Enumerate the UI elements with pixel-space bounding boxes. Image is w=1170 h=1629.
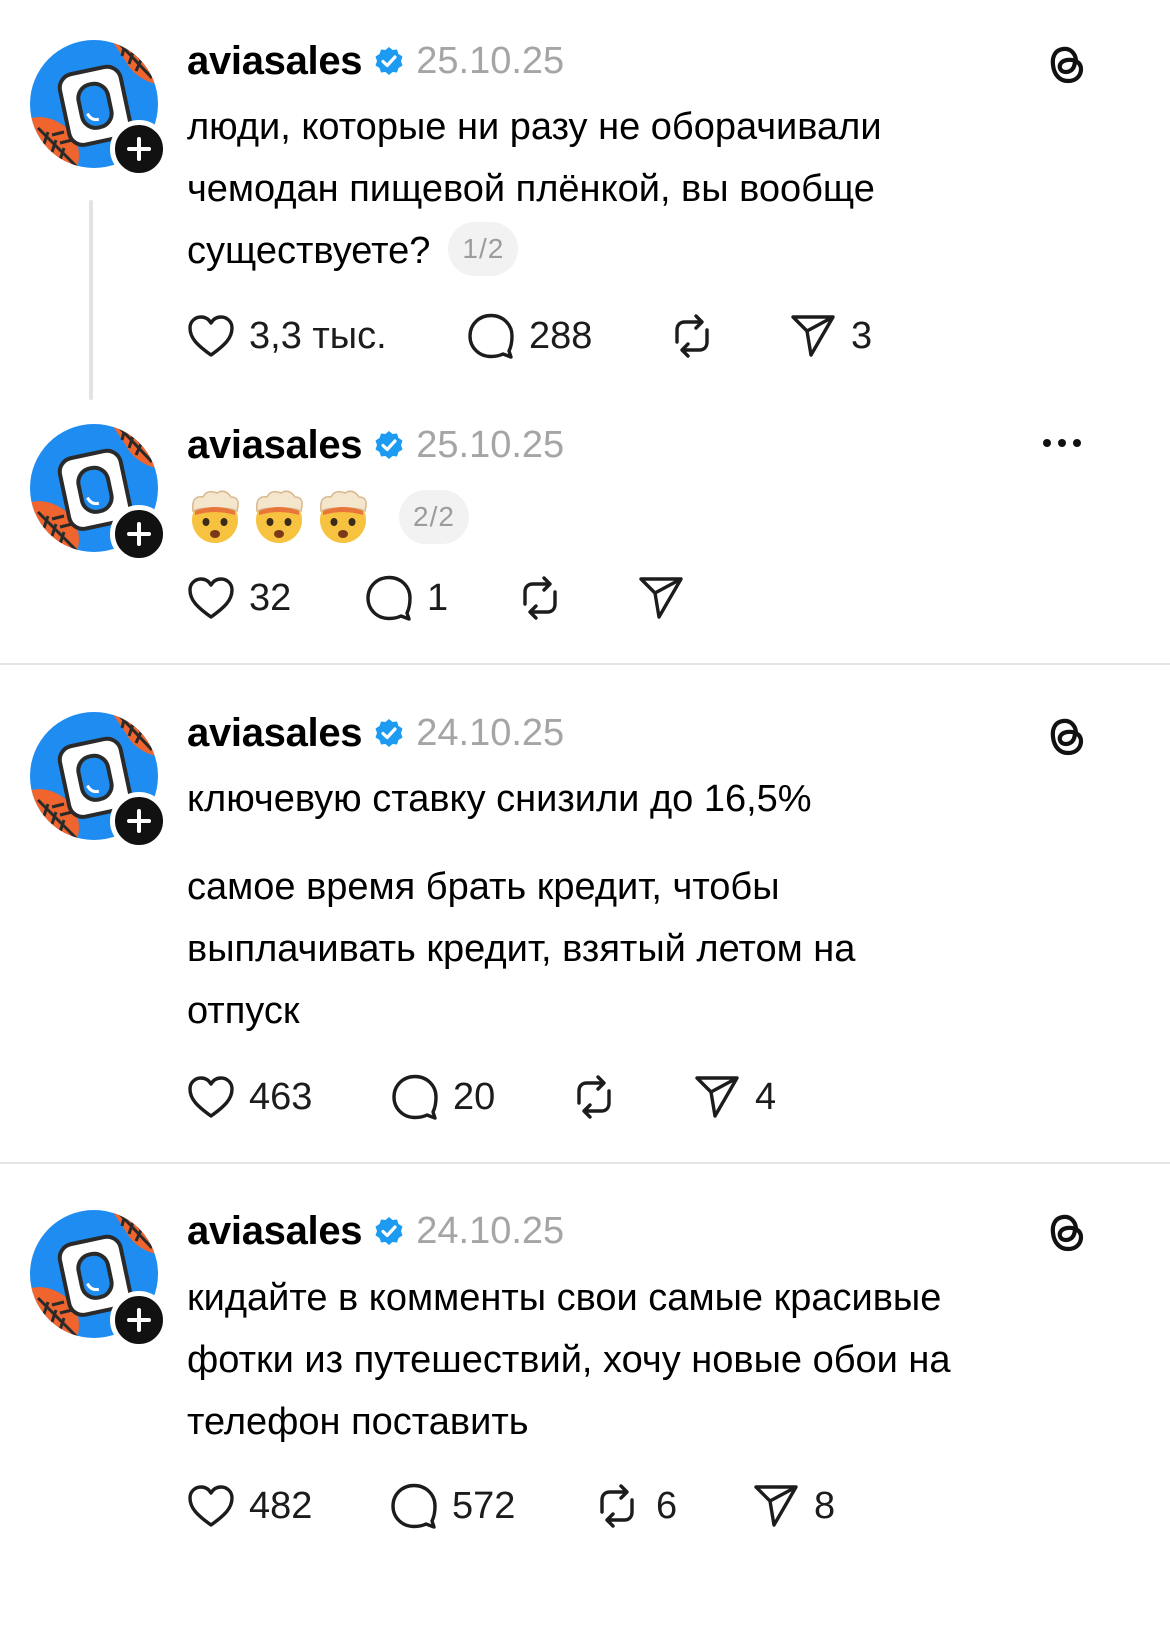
plus-icon — [127, 809, 151, 833]
threads-logo-icon[interactable] — [1044, 40, 1088, 93]
exploding-head-emoji — [319, 490, 367, 543]
post-actions: 3,3 тыс. 288 3 — [187, 310, 872, 362]
post-line: ключевую ставку снизили до 16,5% — [187, 778, 812, 820]
comment-count: 1 — [427, 576, 449, 619]
post-actions: 463 20 4 — [187, 1071, 776, 1123]
repost-icon — [675, 314, 709, 358]
plus-icon — [127, 1308, 151, 1332]
post-date: 24.10.25 — [416, 711, 565, 754]
post-header: aviasales 25.10.25 — [187, 420, 564, 470]
plus-icon — [127, 137, 151, 161]
comment-icon — [468, 313, 514, 359]
like-button[interactable]: 3,3 тыс. — [187, 314, 467, 358]
share-count: 8 — [814, 1484, 836, 1527]
share-icon — [754, 1485, 798, 1527]
follow-button[interactable] — [110, 505, 168, 563]
follow-button[interactable] — [110, 1291, 168, 1349]
like-count: 463 — [249, 1075, 313, 1118]
post-divider — [0, 1162, 1170, 1164]
post-date: 25.10.25 — [416, 423, 565, 466]
like-button[interactable]: 32 — [187, 576, 365, 620]
verified-badge-icon — [374, 1216, 404, 1246]
post-header: aviasales 25.10.25 — [187, 36, 564, 86]
share-button[interactable]: 3 — [789, 313, 872, 359]
like-button[interactable]: 463 — [187, 1075, 391, 1119]
like-count: 32 — [249, 576, 292, 619]
post-line: кидайте в комменты свои самые красивые — [187, 1277, 942, 1319]
post-line: люди, которые ни разу не оборачивали — [187, 106, 882, 148]
repost-button[interactable]: 6 — [592, 1482, 752, 1530]
like-button[interactable]: 482 — [187, 1484, 390, 1528]
exploding-head-emoji — [191, 490, 239, 543]
thread-counter: 2/2 — [399, 490, 469, 544]
follow-button[interactable] — [110, 120, 168, 178]
repost-button[interactable] — [515, 574, 637, 622]
heart-icon — [188, 1076, 234, 1118]
post-line: существуете? 1/2 — [187, 220, 882, 282]
post-text: люди, которые ни разу не оборачивали чем… — [187, 96, 882, 282]
post-line: чемодан пищевой плёнкой, вы вообще — [187, 168, 875, 210]
post-text: ключевую ставку снизили до 16,5% самое в… — [187, 768, 855, 1042]
thread-counter: 1/2 — [448, 221, 519, 276]
verified-badge-icon — [374, 718, 404, 748]
share-count: 4 — [755, 1075, 777, 1118]
post-text: кидайте в комменты свои самые красивые ф… — [187, 1267, 951, 1453]
comment-button[interactable]: 1 — [365, 575, 515, 621]
post-header: aviasales 24.10.25 — [187, 708, 564, 758]
verified-badge-icon — [374, 430, 404, 460]
post-date: 24.10.25 — [416, 1209, 565, 1252]
thread-connector-line — [89, 200, 93, 400]
share-count: 3 — [851, 314, 873, 357]
post-line: самое время брать кредит, чтобы — [187, 866, 780, 908]
username[interactable]: aviasales — [187, 711, 363, 756]
comment-count: 572 — [452, 1484, 516, 1527]
share-icon — [695, 1076, 739, 1118]
post-emojis: 2/2 — [187, 486, 469, 548]
repost-button[interactable] — [667, 312, 789, 360]
comment-icon — [391, 1483, 437, 1529]
comment-count: 288 — [529, 314, 593, 357]
comment-button[interactable]: 572 — [390, 1483, 592, 1529]
post-date: 25.10.25 — [416, 39, 565, 82]
username[interactable]: aviasales — [187, 39, 363, 84]
exploding-head-emoji — [255, 490, 303, 543]
post-header: aviasales 24.10.25 — [187, 1206, 564, 1256]
repost-icon — [600, 1484, 634, 1528]
comment-icon — [392, 1074, 438, 1120]
comment-button[interactable]: 288 — [467, 313, 667, 359]
username[interactable]: aviasales — [187, 423, 363, 468]
username[interactable]: aviasales — [187, 1209, 363, 1254]
share-icon — [639, 577, 683, 619]
repost-icon — [523, 576, 557, 620]
post-line: выплачивать кредит, взятый летом на — [187, 928, 856, 970]
share-button[interactable]: 8 — [752, 1483, 835, 1529]
post-line: отпуск — [187, 990, 300, 1032]
share-button[interactable]: 4 — [693, 1074, 776, 1120]
post-line-text: существуете? — [187, 230, 431, 272]
follow-button[interactable] — [110, 792, 168, 850]
share-button[interactable] — [637, 575, 699, 621]
heart-icon — [188, 577, 234, 619]
comment-icon — [366, 575, 412, 621]
post-divider — [0, 663, 1170, 665]
heart-icon — [188, 1485, 234, 1527]
post-actions: 482 572 6 8 — [187, 1480, 835, 1532]
comment-count: 20 — [453, 1075, 496, 1118]
like-count: 3,3 тыс. — [249, 314, 387, 357]
comment-button[interactable]: 20 — [391, 1074, 569, 1120]
repost-count: 6 — [656, 1484, 678, 1527]
post-actions: 32 1 — [187, 572, 699, 624]
post-line: телефон поставить — [187, 1401, 529, 1443]
repost-button[interactable] — [569, 1073, 693, 1121]
plus-icon — [127, 522, 151, 546]
repost-icon — [577, 1075, 611, 1119]
like-count: 482 — [249, 1484, 313, 1527]
threads-logo-icon[interactable] — [1044, 712, 1088, 765]
threads-logo-icon[interactable] — [1044, 1208, 1088, 1261]
heart-icon — [188, 315, 234, 357]
share-icon — [791, 315, 835, 357]
more-options-icon[interactable] — [1042, 436, 1082, 454]
post-line: фотки из путешествий, хочу новые обои на — [187, 1339, 951, 1381]
verified-badge-icon — [374, 46, 404, 76]
